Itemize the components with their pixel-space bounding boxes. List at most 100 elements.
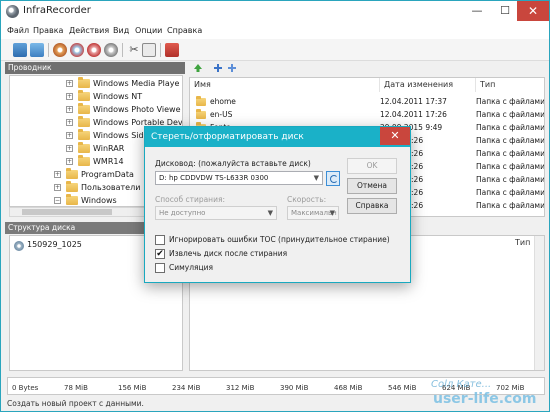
expand-icon[interactable]: + [66,145,73,152]
capacity-tick-label: 546 MiB [388,384,417,392]
help-button[interactable]: Справка [347,198,397,214]
expand-icon[interactable]: + [66,119,73,126]
folder-icon [196,109,206,119]
menu-help[interactable]: Справка [167,26,202,35]
expand-icon[interactable]: + [66,80,73,87]
folder-icon [66,168,78,179]
simulation-label: Симуляция [169,263,214,272]
cancel-button[interactable]: Отмена [347,178,397,194]
disc-root-label[interactable]: 150929_1025 [27,240,82,249]
file-type: Папка с файлами [476,123,545,132]
toolbar-separator [48,43,49,57]
menu-actions[interactable]: Действия [69,26,109,35]
menu-view[interactable]: Вид [113,26,129,35]
erase-disc-dialog: Стереть/отформатировать диск ✕ Дисковод:… [144,126,411,283]
file-date: 12.04.2011 17:37 [380,97,447,106]
file-type: Папка с файлами [476,162,545,171]
capacity-tick-label: 312 MiB [226,384,255,392]
add-files-icon[interactable] [213,63,223,73]
folder-icon [66,194,78,205]
menu-file[interactable]: Файл [7,26,29,35]
file-type: Папка с файлами [476,201,545,210]
burn-disc-icon[interactable] [53,43,67,57]
eject-after-label: Извлечь диск после стирания [169,249,288,258]
copy-disc-icon[interactable] [70,43,84,57]
column-header-name[interactable]: Имя [190,78,380,92]
menu-bar: Файл Правка Действия Вид Опции Справка [1,23,549,39]
erase-method-value: Не доступно [159,209,206,217]
chevron-down-icon: ▼ [267,209,273,217]
file-date: 12.04.2011 17:26 [380,110,447,119]
folder-icon [78,90,90,101]
folder-icon [78,155,90,166]
erase-disc-icon[interactable] [87,43,101,57]
file-name: ehome [210,97,236,106]
file-type: Папка с файлами [476,97,545,106]
add-all-icon[interactable] [227,63,237,73]
maximize-button[interactable]: ☐ [491,1,519,21]
tree-item-label: Windows Media Playe [93,79,180,88]
eject-after-checkbox[interactable]: ✔ [155,249,165,259]
folder-icon [196,96,206,106]
dialog-close-button[interactable]: ✕ [380,127,410,145]
expand-icon[interactable]: + [54,171,61,178]
column-header-type[interactable]: Тип [515,238,530,247]
menu-options[interactable]: Опции [135,26,162,35]
drive-select[interactable]: D: hp CDDVDW TS-L633R 0300 ▼ [155,171,323,185]
new-project-icon[interactable] [13,43,27,57]
toolbar-separator [122,43,123,57]
expand-icon[interactable]: + [66,158,73,165]
file-type: Папка с файлами [476,175,545,184]
disc-info-icon[interactable] [104,43,118,57]
ignore-toc-checkbox[interactable] [155,235,165,245]
properties-icon[interactable] [142,43,156,57]
list-navigation [189,62,549,76]
erase-method-select[interactable]: Не доступно ▼ [155,206,277,220]
up-arrow-icon[interactable] [193,63,203,73]
watermark-line1: Соlл Кате... [431,379,492,390]
toolbar-separator [160,43,161,57]
minimize-button[interactable]: — [463,1,491,21]
tree-item-label: Windows NT [93,92,143,101]
speed-select[interactable]: Максимальн ▼ [287,206,339,220]
expand-icon[interactable]: + [66,106,73,113]
dialog-title: Стереть/отформатировать диск [145,127,410,147]
dialog-body: Дисковод: (пожалуйста вставьте диск) D: … [145,147,410,282]
scrollbar-thumb[interactable] [22,209,112,215]
folder-icon [78,116,90,127]
window-title: InfraRecorder [23,5,91,16]
folder-icon [78,77,90,88]
tree-item-label: Windows Photo Viewe [93,105,181,114]
ignore-toc-label: Игнорировать ошибки TOC (принудительное … [169,235,390,244]
file-row[interactable]: en-US 12.04.2011 17:26 Папка с файлами [190,109,544,121]
expand-icon[interactable]: + [66,132,73,139]
file-type: Папка с файлами [476,188,545,197]
folder-icon [78,142,90,153]
disc-list-scrollbar[interactable] [534,236,544,370]
ok-button[interactable]: OK [347,158,397,174]
open-project-icon[interactable] [30,43,44,57]
chevron-down-icon: ▼ [313,174,319,182]
folder-icon [78,103,90,114]
file-row[interactable]: ehome 12.04.2011 17:37 Папка с файлами [190,96,545,108]
capacity-tick-label: 234 MiB [172,384,201,392]
expand-icon[interactable]: + [54,184,61,191]
file-type: Папка с файлами [476,136,545,145]
tree-item-label: WinRAR [93,144,125,153]
tree-item-label: Windows [81,196,117,205]
collapse-icon[interactable]: − [54,197,61,204]
cut-icon[interactable]: ✂ [127,43,141,57]
simulation-checkbox[interactable] [155,263,165,273]
column-header-type[interactable]: Тип [476,78,544,92]
folder-icon [78,129,90,140]
menu-edit[interactable]: Правка [33,26,63,35]
app-window: InfraRecorder — ☐ ✕ Файл Правка Действия… [0,0,550,412]
close-button[interactable]: ✕ [517,1,549,21]
expand-icon[interactable]: + [66,93,73,100]
refresh-drives-icon[interactable] [326,171,340,186]
capacity-tick-label: 78 MiB [64,384,88,392]
exit-icon[interactable] [165,43,179,57]
drive-label: Дисковод: (пожалуйста вставьте диск) [155,159,311,168]
column-header-date[interactable]: Дата изменения [380,78,476,92]
tree-item-label: WMR14 [93,157,124,166]
